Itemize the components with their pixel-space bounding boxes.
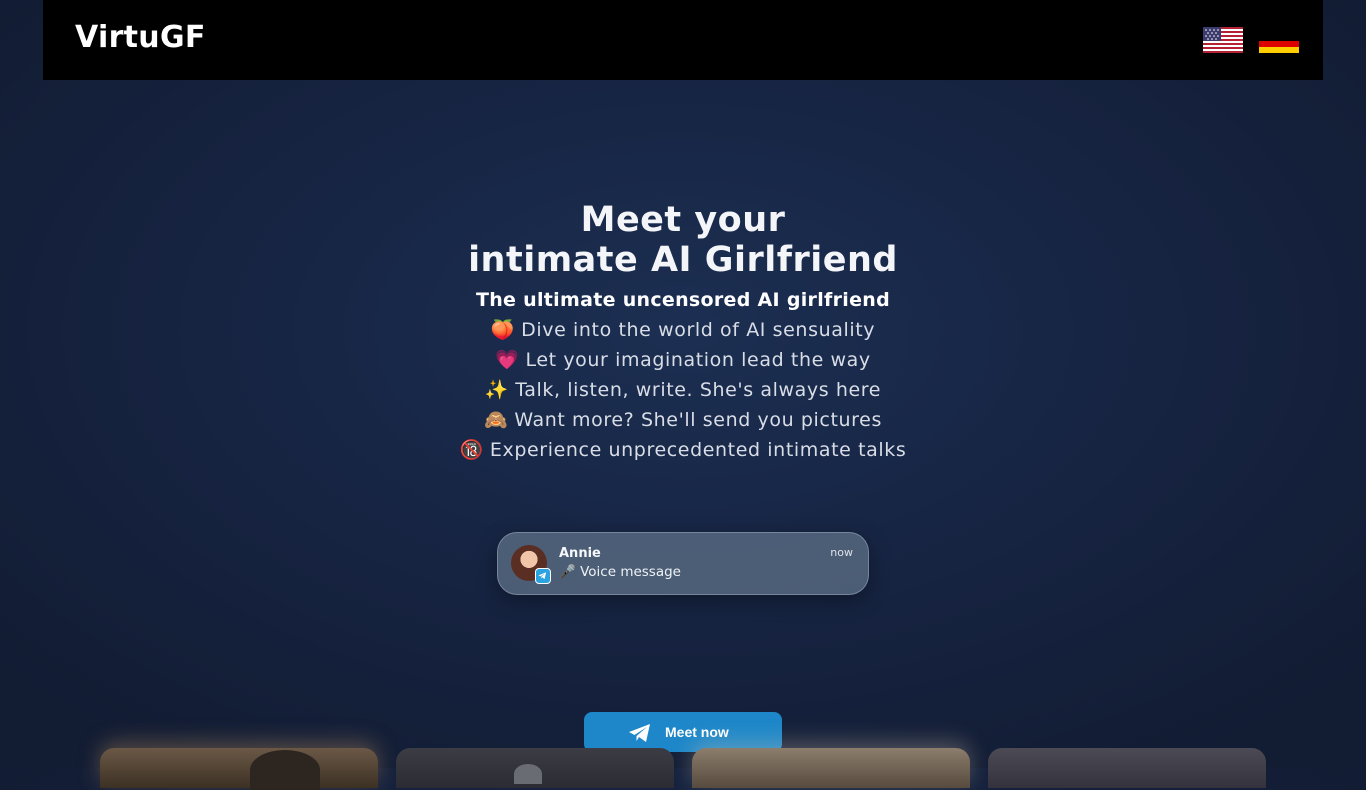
sparkles-icon: ✨ [484, 379, 510, 401]
telegram-badge-icon [535, 568, 551, 584]
girlfriend-card[interactable] [100, 748, 378, 790]
meet-now-label: Meet now [665, 724, 729, 740]
feature-text: Let your imagination lead the way [525, 349, 871, 371]
message-notification: Annie 🎤 Voice message now [497, 532, 869, 595]
notification-sender: Annie [559, 546, 601, 561]
hero-subtitle: The ultimate uncensored AI girlfriend [475, 289, 891, 311]
telegram-plane-icon [629, 724, 650, 742]
hero-title-line1: Meet your [580, 200, 786, 240]
notification-message: 🎤 Voice message [559, 564, 681, 580]
feature-text: Want more? She'll send you pictures [514, 409, 882, 431]
hero-section: Meet your intimate AI Girlfriend The ult… [0, 200, 1366, 465]
heart-icon: 💗 [495, 349, 520, 371]
site-logo[interactable]: VirtuGF [75, 20, 206, 55]
feature-item: 🍑 Dive into the world of AI sensuality [0, 315, 1366, 345]
card-portrait [514, 764, 542, 784]
peach-icon: 🍑 [490, 319, 516, 341]
feature-text: Dive into the world of AI sensuality [521, 319, 876, 341]
girlfriend-card[interactable] [692, 748, 970, 788]
girlfriend-card[interactable] [396, 748, 674, 788]
feature-text: Talk, listen, write. She's always here [515, 379, 882, 401]
feature-list: 🍑 Dive into the world of AI sensuality 💗 L… [0, 315, 1366, 465]
adults-only-icon: 🔞 [459, 439, 484, 461]
german-flag-icon[interactable] [1259, 35, 1299, 53]
hero-title-line2: intimate AI Girlfriend [468, 240, 898, 280]
notification-time: now [830, 546, 853, 559]
feature-item: 🙈 Want more? She'll send you pictures [0, 405, 1366, 435]
feature-text: Experience unprecedented intimate talks [489, 439, 907, 461]
site-header: VirtuGF [43, 0, 1323, 80]
girlfriend-card[interactable] [988, 748, 1266, 788]
feature-item: 💗 Let your imagination lead the way [0, 345, 1366, 375]
hero-title: Meet your intimate AI Girlfriend [0, 200, 1366, 280]
card-portrait [250, 750, 320, 790]
see-no-evil-monkey-icon: 🙈 [484, 409, 509, 431]
meet-now-button[interactable]: Meet now [584, 712, 782, 752]
feature-item: ✨ Talk, listen, write. She's always here [0, 375, 1366, 405]
us-flag-icon[interactable] [1203, 27, 1243, 53]
feature-item: 🔞 Experience unprecedented intimate talks [0, 435, 1366, 465]
